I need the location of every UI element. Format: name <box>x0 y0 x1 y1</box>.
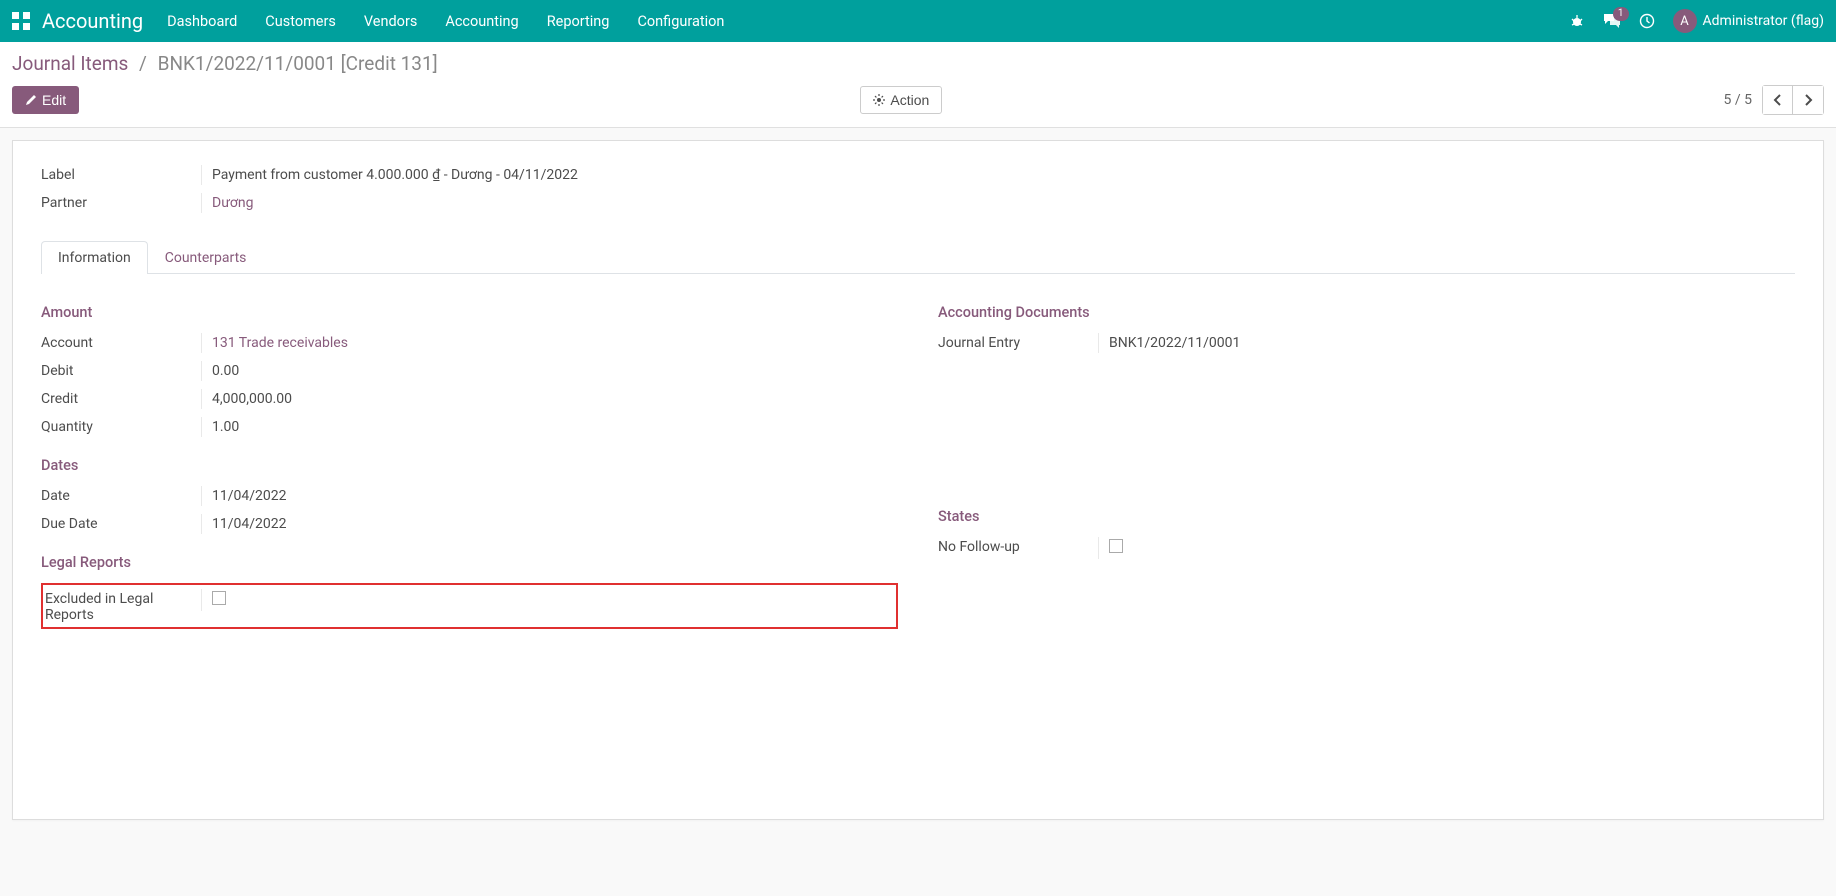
pager-next-button[interactable] <box>1793 86 1823 114</box>
menu-vendors[interactable]: Vendors <box>364 13 417 30</box>
top-nav: Accounting Dashboard Customers Vendors A… <box>0 0 1836 42</box>
account-value[interactable]: 131 Trade receivables <box>201 333 898 353</box>
activity-icon[interactable] <box>1639 13 1655 29</box>
user-name: Administrator (flag) <box>1703 13 1824 29</box>
tab-counterparts[interactable]: Counterparts <box>148 241 264 274</box>
due-date-value: 11/04/2022 <box>201 514 898 534</box>
date-value: 11/04/2022 <box>201 486 898 506</box>
excluded-legal-checkbox[interactable] <box>212 591 226 605</box>
menu-customers[interactable]: Customers <box>265 13 336 30</box>
form-sheet: Label Payment from customer 4.000.000 ₫ … <box>12 140 1824 820</box>
excluded-legal-row: Excluded in Legal Reports <box>41 583 898 629</box>
label-field-value: Payment from customer 4.000.000 ₫ - Dươn… <box>201 165 1795 185</box>
pager-text[interactable]: 5 / 5 <box>1724 92 1752 108</box>
bug-icon[interactable] <box>1569 13 1585 29</box>
no-followup-checkbox[interactable] <box>1109 539 1123 553</box>
breadcrumb: Journal Items / BNK1/2022/11/0001 [Credi… <box>12 52 1824 75</box>
chevron-left-icon <box>1773 94 1783 106</box>
main-menu: Dashboard Customers Vendors Accounting R… <box>167 13 1568 30</box>
pencil-icon <box>25 94 37 106</box>
action-button[interactable]: Action <box>860 86 942 114</box>
gear-icon <box>873 94 885 106</box>
breadcrumb-current: BNK1/2022/11/0001 [Credit 131] <box>158 52 438 75</box>
messages-icon[interactable]: 1 <box>1603 13 1621 29</box>
journal-entry-value[interactable]: BNK1/2022/11/0001 <box>1098 333 1795 353</box>
brand-title[interactable]: Accounting <box>42 9 143 33</box>
breadcrumb-parent[interactable]: Journal Items <box>12 52 128 75</box>
credit-label: Credit <box>41 389 201 407</box>
date-label: Date <box>41 486 201 504</box>
apps-icon[interactable] <box>12 12 30 30</box>
chevron-right-icon <box>1803 94 1813 106</box>
user-menu[interactable]: A Administrator (flag) <box>1673 9 1824 33</box>
account-label: Account <box>41 333 201 351</box>
partner-field-value[interactable]: Dương <box>201 193 1795 213</box>
edit-button-label: Edit <box>42 92 66 108</box>
debit-label: Debit <box>41 361 201 379</box>
menu-dashboard[interactable]: Dashboard <box>167 13 237 30</box>
section-accounting-documents: Accounting Documents <box>938 304 1795 321</box>
messages-badge: 1 <box>1613 7 1629 21</box>
control-panel: Journal Items / BNK1/2022/11/0001 [Credi… <box>0 42 1836 128</box>
menu-reporting[interactable]: Reporting <box>547 13 610 30</box>
partner-field-label: Partner <box>41 193 201 211</box>
edit-button[interactable]: Edit <box>12 86 79 114</box>
menu-configuration[interactable]: Configuration <box>637 13 724 30</box>
debit-value: 0.00 <box>201 361 898 381</box>
pager-prev-button[interactable] <box>1763 86 1793 114</box>
due-date-label: Due Date <box>41 514 201 532</box>
quantity-label: Quantity <box>41 417 201 435</box>
tab-information[interactable]: Information <box>41 241 148 274</box>
quantity-value: 1.00 <box>201 417 898 437</box>
journal-entry-label: Journal Entry <box>938 333 1098 351</box>
pager: 5 / 5 <box>1724 85 1824 115</box>
section-dates: Dates <box>41 457 898 474</box>
menu-accounting[interactable]: Accounting <box>445 13 518 30</box>
credit-value: 4,000,000.00 <box>201 389 898 409</box>
section-states: States <box>938 508 1795 525</box>
action-button-label: Action <box>890 92 929 108</box>
avatar: A <box>1673 9 1697 33</box>
section-amount: Amount <box>41 304 898 321</box>
no-followup-label: No Follow-up <box>938 537 1098 555</box>
section-legal-reports: Legal Reports <box>41 554 898 571</box>
tabs: Information Counterparts <box>41 241 1795 274</box>
excluded-legal-label: Excluded in Legal Reports <box>45 589 201 623</box>
breadcrumb-separator: / <box>139 52 147 75</box>
label-field-label: Label <box>41 165 201 183</box>
